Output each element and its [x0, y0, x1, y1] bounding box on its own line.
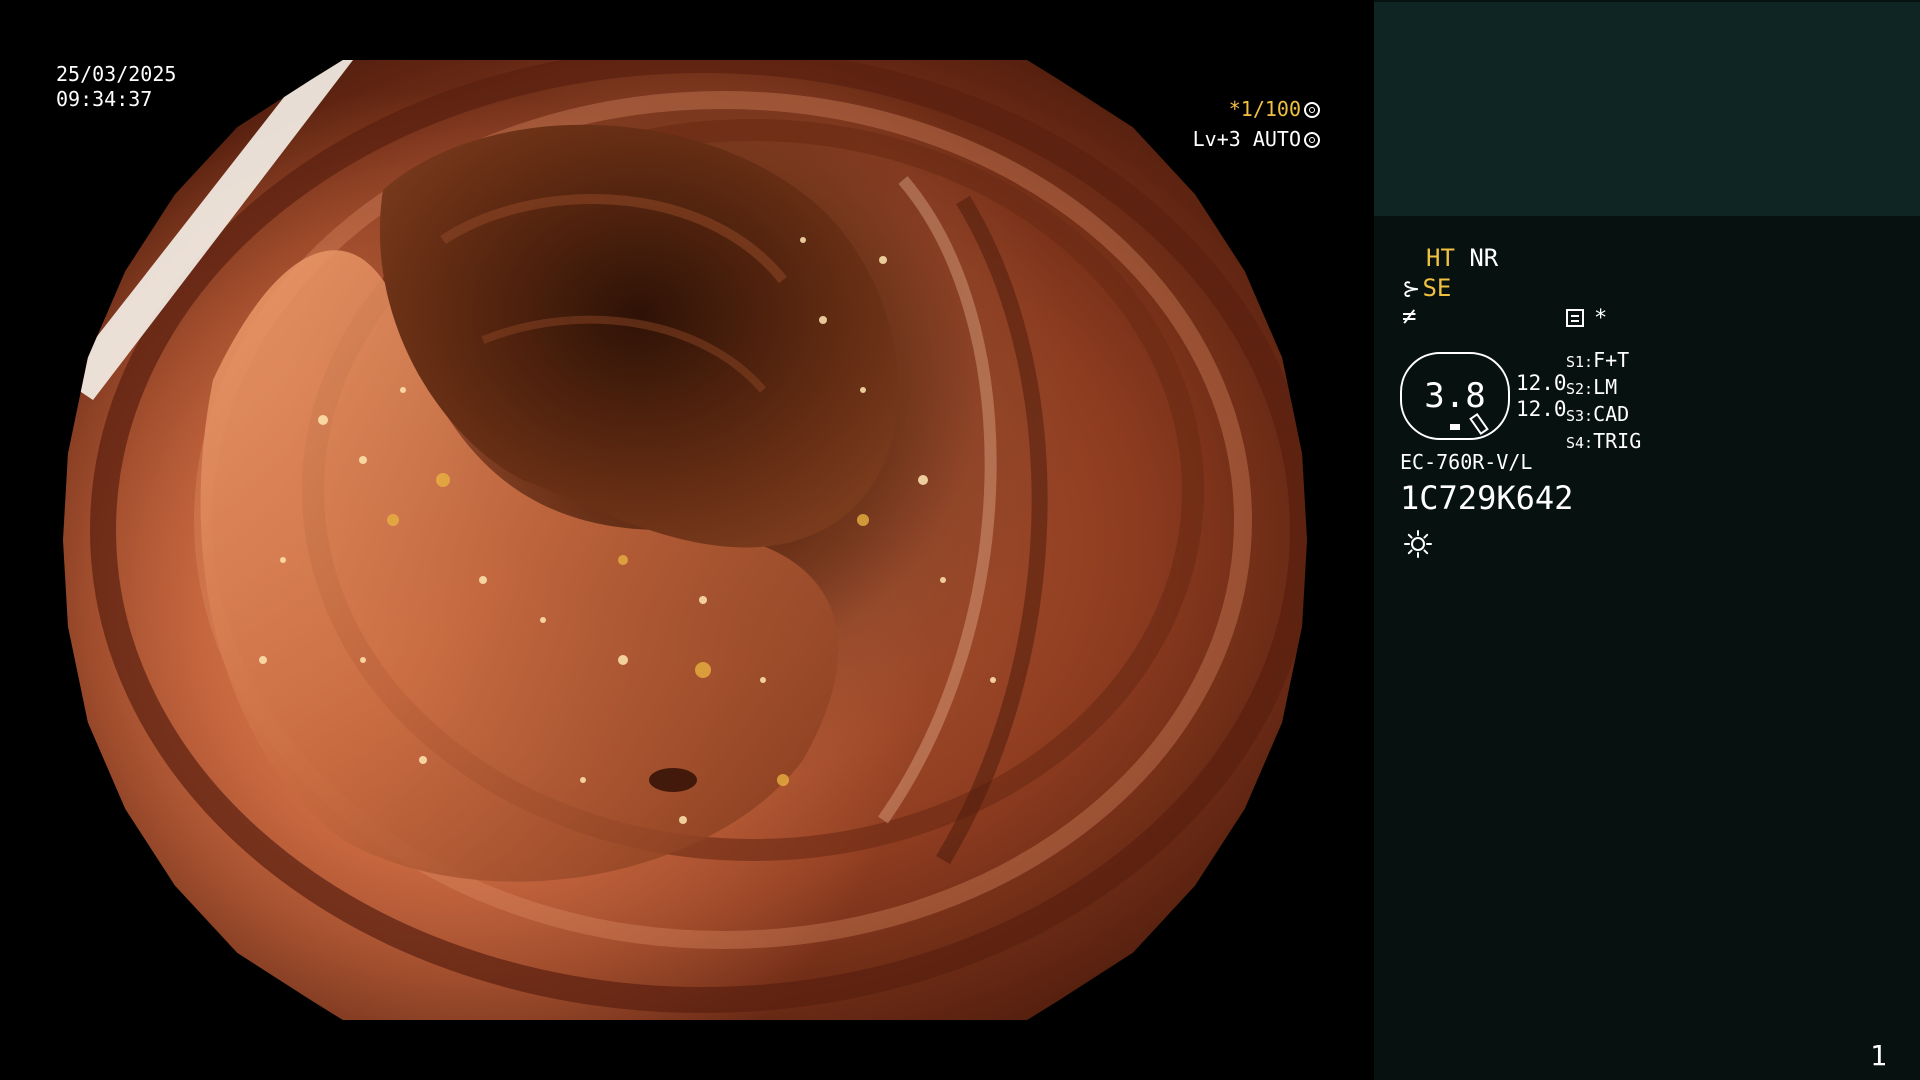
switch-value: CAD	[1593, 402, 1630, 426]
gauge-mark-icon	[1450, 424, 1460, 430]
scope-serial: 1C729K642	[1400, 479, 1574, 517]
switch-key: S1:	[1566, 353, 1594, 371]
status-panel: HT NR ⊱SE ≠ * 3.8 12.0 12.0 S1:F+T S2:LM…	[1374, 0, 1920, 1080]
mode-nr: NR	[1469, 244, 1499, 272]
switch-row: S2:LM	[1566, 375, 1641, 402]
gauge-value: 3.8	[1424, 376, 1486, 416]
time-text: 09:34:37	[56, 87, 153, 111]
mode-ht: HT	[1426, 244, 1455, 272]
page-number: 1	[1870, 1039, 1887, 1072]
switch-key: S2:	[1566, 380, 1594, 398]
mode-indicator: HT NR	[1426, 244, 1498, 272]
light-source-icon	[1404, 530, 1432, 558]
switch-row: S1:F+T	[1566, 348, 1641, 375]
menu-icon	[1566, 309, 1584, 327]
date-text: 25/03/2025	[56, 62, 177, 86]
shutter-readout: *1/100	[1229, 97, 1320, 122]
gauge-values: 12.0 12.0	[1516, 370, 1567, 422]
switch-value: LM	[1593, 375, 1618, 399]
gauge-value-2: 12.0	[1516, 397, 1567, 421]
status-panel-header	[1374, 2, 1920, 216]
se-indicator: ⊱SE	[1402, 274, 1451, 304]
switch-row: S3:CAD	[1566, 402, 1641, 429]
level-text: Lv+3 AUTO	[1192, 127, 1301, 151]
gauge-needle-icon	[1469, 412, 1489, 436]
colon-lumen-image	[63, 60, 1307, 1020]
switch-value: TRIG	[1593, 429, 1642, 453]
aperture-icon	[1304, 102, 1320, 118]
shutter-text: *1/100	[1228, 97, 1301, 121]
menu-indicator: *	[1566, 305, 1607, 333]
switch-key: S4:	[1566, 434, 1594, 452]
filter-indicator: ≠	[1402, 302, 1416, 330]
scope-model: EC-760R-V/L	[1400, 450, 1533, 474]
level-readout: Lv+3 AUTO	[1193, 127, 1320, 152]
se-label: SE	[1422, 274, 1452, 302]
insertion-gauge: 3.8	[1400, 352, 1510, 440]
endoscopy-monitor: 25/03/2025 09:34:37 *1/100 Lv+3 AUTO HT …	[0, 0, 1920, 1080]
mucosa-illustration	[63, 60, 1307, 1013]
switch-assignments: S1:F+T S2:LM S3:CAD S4:TRIG	[1566, 348, 1641, 456]
switch-value: F+T	[1593, 348, 1630, 372]
switch-key: S3:	[1566, 407, 1594, 425]
switch-row: S4:TRIG	[1566, 429, 1641, 456]
filter-icon: ≠	[1402, 302, 1417, 330]
gauge-value-1: 12.0	[1516, 371, 1567, 395]
endoscope-view: 25/03/2025 09:34:37 *1/100 Lv+3 AUTO	[0, 0, 1374, 1080]
iris-icon	[1304, 132, 1320, 148]
star-marker: *	[1594, 306, 1608, 331]
structure-enhance-icon: ⊱	[1402, 277, 1421, 302]
date-time-readout: 25/03/2025 09:34:37	[56, 62, 176, 112]
